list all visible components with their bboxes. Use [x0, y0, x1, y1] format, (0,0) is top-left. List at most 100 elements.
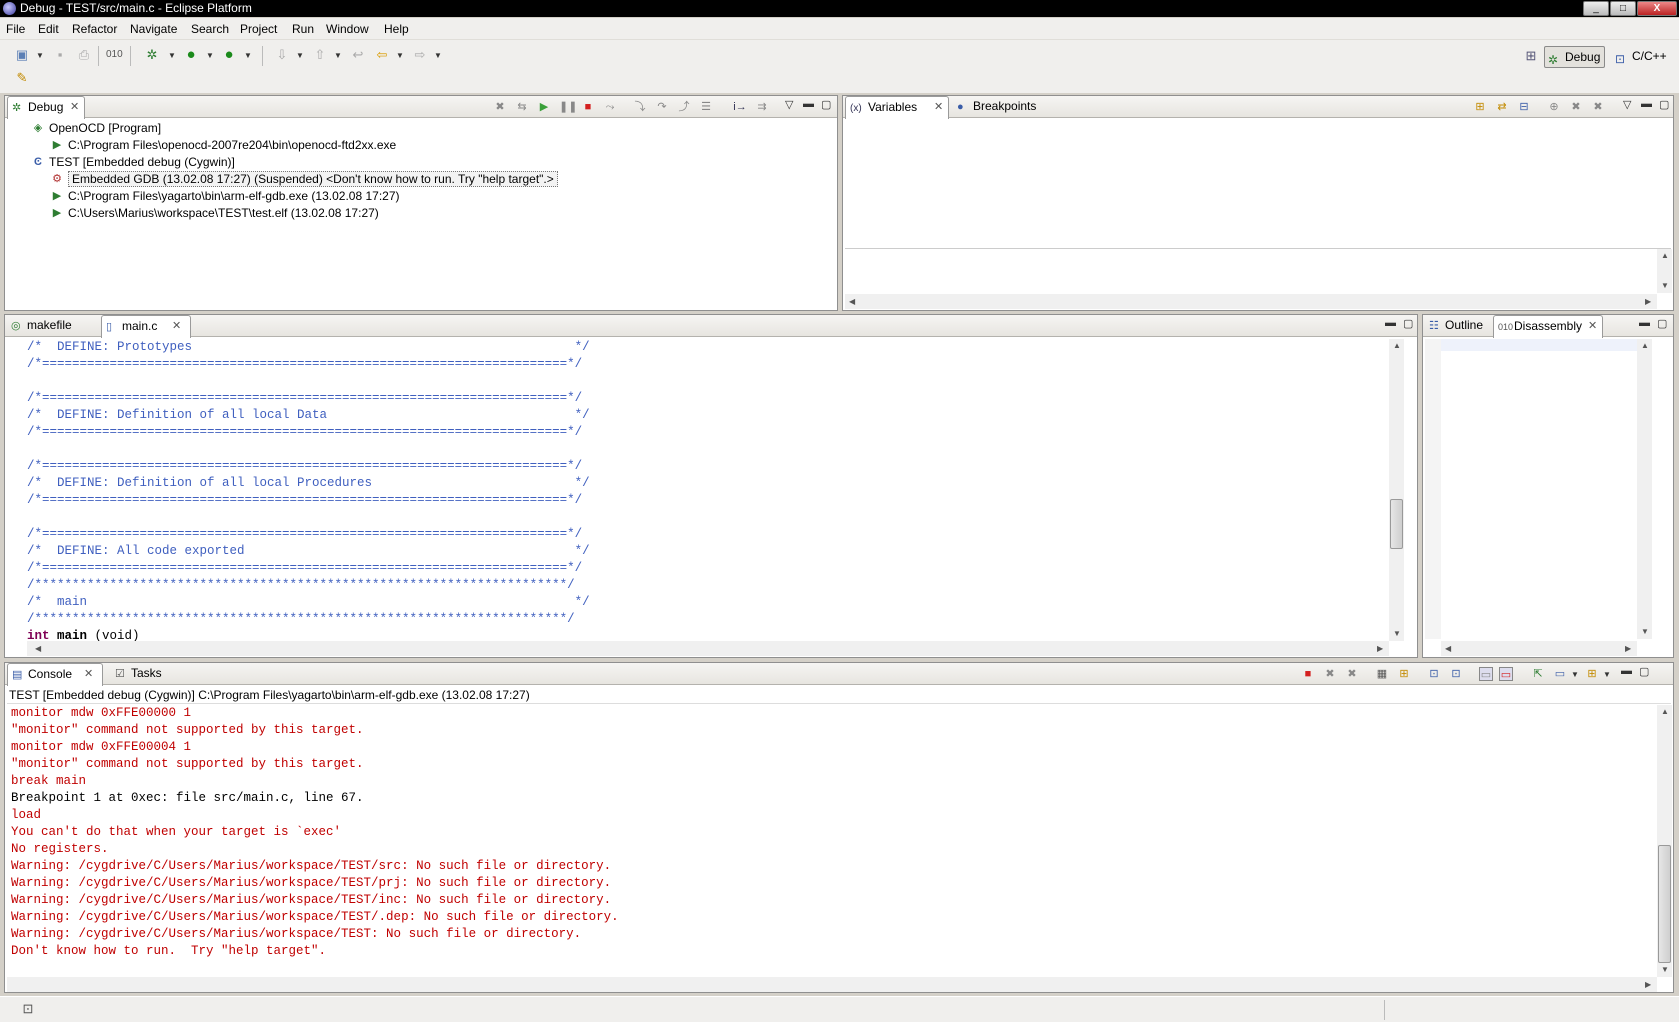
- tab-outline[interactable]: ☷ Outline: [1425, 315, 1491, 337]
- minimize-button[interactable]: _: [1583, 1, 1609, 16]
- minimize-view-icon[interactable]: ▬: [1639, 317, 1650, 329]
- binary-icon[interactable]: 010: [106, 47, 123, 63]
- save-icon[interactable]: ▪: [52, 47, 68, 63]
- open-perspective-icon[interactable]: ⊞: [1523, 48, 1539, 64]
- menu-edit[interactable]: Edit: [38, 22, 59, 36]
- close-tab-icon[interactable]: ✕: [84, 664, 93, 685]
- tree-item-embedded-gdb[interactable]: ⚙ Embedded GDB (13.02.08 17:27) (Suspend…: [52, 171, 558, 188]
- details-vertical-scrollbar[interactable]: ▲ ▼: [1657, 249, 1672, 293]
- remove-terminated-icon[interactable]: ✖: [493, 100, 507, 114]
- resume-icon[interactable]: ▶: [537, 100, 551, 114]
- remove-icon[interactable]: ✖: [1569, 100, 1583, 114]
- show-stderr-icon[interactable]: ⊡: [1449, 667, 1463, 681]
- instruction-stepping-icon[interactable]: i→: [733, 100, 747, 114]
- collapse-all-icon[interactable]: ⊟: [1517, 100, 1531, 114]
- terminate-icon[interactable]: ■: [581, 100, 595, 114]
- menu-refactor[interactable]: Refactor: [72, 22, 117, 36]
- next-annotation-icon[interactable]: ⇩: [274, 47, 290, 63]
- suspend-icon[interactable]: ❚❚: [559, 100, 577, 114]
- tree-item-openocd[interactable]: ◈ OpenOCD [Program]: [34, 120, 161, 137]
- tab-main-c[interactable]: ▯ main.c ✕: [101, 315, 191, 338]
- back-arrow-icon[interactable]: ⇦: [374, 47, 390, 63]
- new-icon[interactable]: ▣: [14, 47, 30, 63]
- pin-icon[interactable]: ✎: [14, 70, 30, 86]
- chevron-down-icon[interactable]: ▼: [244, 51, 252, 60]
- scroll-thumb[interactable]: [1658, 845, 1671, 963]
- maximize-button[interactable]: □: [1610, 1, 1636, 16]
- maximize-view-icon[interactable]: ▢: [1639, 665, 1649, 678]
- maximize-view-icon[interactable]: ▢: [1659, 98, 1669, 111]
- fast-view-icon[interactable]: ⊡: [20, 1001, 36, 1017]
- console-vertical-scrollbar[interactable]: ▲ ▼: [1657, 705, 1672, 977]
- clear-console-icon[interactable]: ▦: [1375, 667, 1389, 681]
- menu-search[interactable]: Search: [191, 22, 229, 36]
- view-menu-icon[interactable]: ▽: [785, 98, 793, 111]
- tab-variables[interactable]: (x) Variables ✕: [845, 96, 949, 119]
- menu-help[interactable]: Help: [384, 22, 409, 36]
- menu-run[interactable]: Run: [292, 22, 314, 36]
- close-tab-icon[interactable]: ✕: [934, 97, 943, 118]
- menu-file[interactable]: File: [6, 22, 25, 36]
- disassembly-vertical-scrollbar[interactable]: ▲ ▼: [1637, 339, 1652, 639]
- menu-project[interactable]: Project: [240, 22, 277, 36]
- previous-annotation-icon[interactable]: ⇧: [312, 47, 328, 63]
- tab-debug[interactable]: ✲ Debug ✕: [7, 96, 85, 119]
- drop-to-frame-icon[interactable]: ☰: [699, 100, 713, 114]
- view-menu-icon[interactable]: ▽: [1623, 98, 1631, 111]
- remove-all-icon[interactable]: ✖: [1591, 100, 1605, 114]
- editor-horizontal-scrollbar[interactable]: ◀ ▶: [27, 641, 1389, 656]
- close-tab-icon[interactable]: ✕: [70, 97, 79, 118]
- run-icon[interactable]: ●: [183, 47, 199, 63]
- editor-vertical-scrollbar[interactable]: ▲ ▼: [1389, 339, 1404, 641]
- disconnect-icon[interactable]: ⤳: [603, 100, 617, 114]
- add-watch-icon[interactable]: ⊕: [1547, 100, 1561, 114]
- last-edit-icon[interactable]: ↩: [350, 47, 366, 63]
- display-console-icon[interactable]: ▭: [1553, 667, 1567, 681]
- tab-disassembly[interactable]: 010 Disassembly ✕: [1493, 315, 1603, 338]
- perspective-cpp[interactable]: ⊡ C/C++: [1612, 46, 1671, 68]
- maximize-view-icon[interactable]: ▢: [1657, 317, 1667, 330]
- tree-item-test-launch[interactable]: Ͼ TEST [Embedded debug (Cygwin)]: [34, 154, 235, 171]
- console-output[interactable]: monitor mdw 0xFFE00000 1 "monitor" comma…: [5, 705, 1655, 975]
- pin-console-icon[interactable]: ▭: [1479, 667, 1493, 681]
- details-horizontal-scrollbar[interactable]: ◀ ▶: [845, 294, 1657, 309]
- external-tools-icon[interactable]: ●: [221, 47, 237, 63]
- tree-item-elf-process[interactable]: ▶ C:\Users\Marius\workspace\TEST\test.el…: [53, 205, 379, 222]
- tab-makefile[interactable]: ◎ makefile: [7, 315, 99, 337]
- chevron-down-icon[interactable]: ▼: [36, 51, 44, 60]
- close-tab-icon[interactable]: ✕: [172, 316, 181, 337]
- chevron-down-icon[interactable]: ▼: [206, 51, 214, 60]
- code-text[interactable]: /* DEFINE: Prototypes */ /*=============…: [27, 339, 590, 643]
- show-stdout-icon[interactable]: ⊡: [1427, 667, 1441, 681]
- open-console-icon[interactable]: ⇱: [1531, 667, 1545, 681]
- new-console-icon[interactable]: ⊞: [1585, 667, 1599, 681]
- scroll-thumb[interactable]: [1390, 499, 1403, 549]
- step-over-icon[interactable]: ↷: [655, 100, 669, 114]
- chevron-down-icon[interactable]: ▼: [168, 51, 176, 60]
- close-tab-icon[interactable]: ✕: [1588, 316, 1597, 337]
- maximize-view-icon[interactable]: ▢: [1403, 317, 1413, 330]
- remove-all-terminated-icon[interactable]: ✖: [1345, 667, 1359, 681]
- tab-breakpoints[interactable]: ● Breakpoints: [953, 96, 1049, 118]
- remove-launch-icon[interactable]: ✖: [1323, 667, 1337, 681]
- tab-tasks[interactable]: ☑ Tasks: [111, 663, 173, 685]
- menu-navigate[interactable]: Navigate: [130, 22, 177, 36]
- minimize-view-icon[interactable]: ▬: [803, 98, 814, 110]
- perspective-debug[interactable]: ✲ Debug: [1544, 46, 1606, 68]
- tab-console[interactable]: ▤ Console ✕: [7, 663, 103, 686]
- minimize-view-icon[interactable]: ▬: [1621, 665, 1632, 677]
- print-icon[interactable]: ⎙: [76, 47, 92, 63]
- console-horizontal-scrollbar[interactable]: ▶: [7, 977, 1657, 992]
- use-step-filters-icon[interactable]: ⇉: [755, 100, 769, 114]
- minimize-view-icon[interactable]: ▬: [1385, 317, 1396, 329]
- chevron-down-icon[interactable]: ▼: [1603, 670, 1611, 679]
- chevron-down-icon[interactable]: ▼: [1571, 670, 1579, 679]
- chevron-down-icon[interactable]: ▼: [396, 51, 404, 60]
- connect-icon[interactable]: ⇆: [515, 100, 529, 114]
- show-logical-structure-icon[interactable]: ⇄: [1495, 100, 1509, 114]
- disassembly-horizontal-scrollbar[interactable]: ◀ ▶: [1441, 641, 1637, 656]
- chevron-down-icon[interactable]: ▼: [296, 51, 304, 60]
- forward-arrow-icon[interactable]: ⇨: [412, 47, 428, 63]
- tree-item-gdb-process[interactable]: ▶ C:\Program Files\yagarto\bin\arm-elf-g…: [53, 188, 400, 205]
- debug-bug-icon[interactable]: ✲: [144, 47, 160, 63]
